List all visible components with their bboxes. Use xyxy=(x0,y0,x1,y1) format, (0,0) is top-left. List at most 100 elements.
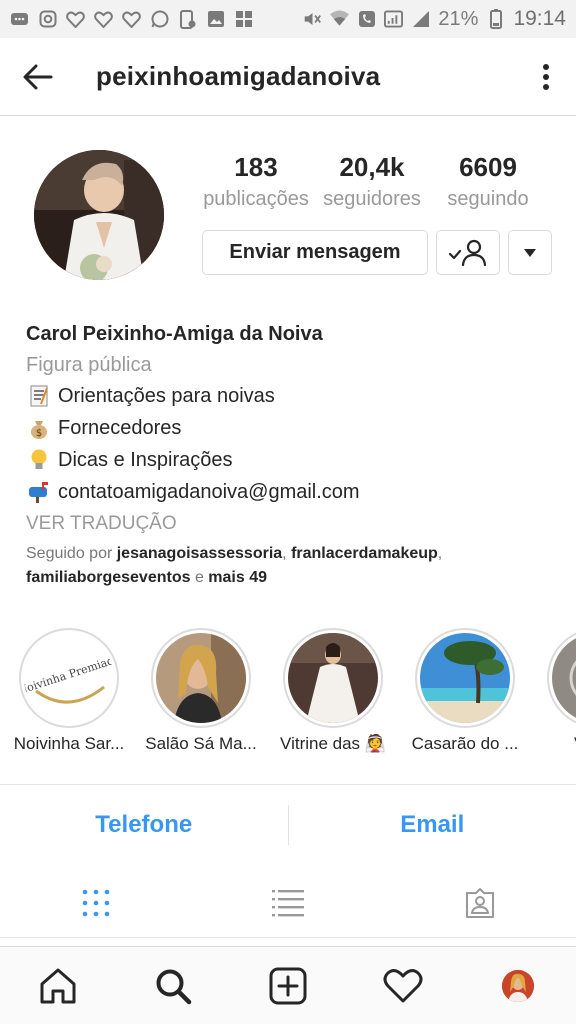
apps-icon xyxy=(234,10,253,29)
nav-activity[interactable] xyxy=(346,947,461,1024)
highlight-cover: Noivinha Premiada xyxy=(24,633,114,723)
posts-label: publicações xyxy=(203,188,309,210)
bottom-navigation xyxy=(0,946,576,1024)
highlight-label: Villa... xyxy=(536,734,576,754)
followed-by-prefix: Seguido por xyxy=(26,545,117,562)
battery-icon xyxy=(486,9,505,29)
battery-percent: 21% xyxy=(438,7,479,30)
caret-down-icon xyxy=(524,248,536,257)
bio-line: Dicas e Inspirações xyxy=(26,444,556,476)
bio-line: Orientações para noivas xyxy=(26,380,556,412)
whatsapp-icon xyxy=(150,10,169,29)
suggestions-dropdown-button[interactable] xyxy=(508,230,552,275)
more-options-button[interactable] xyxy=(516,38,576,116)
call-icon xyxy=(357,10,376,29)
bio-line: contatoamigadanoiva@gmail.com xyxy=(26,476,556,508)
svg-text:$: $ xyxy=(36,428,42,439)
nav-new-post[interactable] xyxy=(230,947,345,1024)
more-vertical-icon xyxy=(543,63,549,90)
heart-icon xyxy=(383,968,423,1002)
account-category: Figura pública xyxy=(26,354,152,376)
tagged-person-icon xyxy=(466,887,494,918)
highlight-item[interactable]: Noivinha Premiada Noivinha Sar... xyxy=(8,628,130,754)
mute-icon xyxy=(303,10,322,29)
highlight-ring xyxy=(415,628,515,728)
highlight-label: Noivinha Sar... xyxy=(13,734,125,753)
status-bar: 21% 19:14 xyxy=(0,0,576,38)
story-highlights: Noivinha Premiada Noivinha Sar... Salão … xyxy=(8,628,576,768)
nav-profile[interactable] xyxy=(461,947,576,1024)
send-message-button[interactable]: Enviar mensagem xyxy=(202,230,428,275)
contact-options: Telefone Email xyxy=(0,784,576,864)
profile-bio: Carol Peixinho-Amiga da Noiva Figura púb… xyxy=(26,318,556,540)
highlight-item[interactable]: Villa... xyxy=(536,628,576,754)
separator: , xyxy=(282,545,292,562)
following-label: seguindo xyxy=(447,188,529,210)
back-arrow-icon xyxy=(23,64,53,89)
tab-grid[interactable] xyxy=(0,868,192,937)
followers-count: 20,4k xyxy=(339,152,405,182)
highlight-item[interactable]: Casarão do ... xyxy=(404,628,526,754)
search-icon xyxy=(156,969,192,1004)
notification-icons xyxy=(10,9,253,29)
tab-list[interactable] xyxy=(192,868,384,937)
phone-add-icon xyxy=(178,9,197,29)
wifi-icon xyxy=(330,10,350,29)
followers-label: seguidores xyxy=(323,188,421,210)
profile-actions: Enviar mensagem xyxy=(202,230,552,275)
highlight-ring xyxy=(151,628,251,728)
display-name: Carol Peixinho-Amiga da Noiva xyxy=(26,323,323,345)
bio-text: Orientações para noivas xyxy=(58,385,275,407)
signal-icon xyxy=(384,10,404,29)
highlight-item[interactable]: Vitrine das 👰 xyxy=(272,628,394,754)
email-button[interactable]: Email xyxy=(289,785,576,864)
bio-text: Dicas e Inspirações xyxy=(58,449,233,471)
highlight-label: Casarão do ... xyxy=(411,734,519,753)
follower-username[interactable]: franlacerdamakeup xyxy=(291,545,438,562)
instagram-icon xyxy=(38,10,57,29)
system-status: 21% 19:14 xyxy=(303,7,566,31)
list-icon xyxy=(272,889,304,916)
profile-tabs xyxy=(0,868,576,938)
heart-check-icon-3 xyxy=(122,10,141,29)
image-icon xyxy=(206,10,225,29)
profile-avatar[interactable] xyxy=(34,150,164,280)
bio-text: Fornecedores xyxy=(58,417,182,439)
posts-count: 183 xyxy=(234,152,278,182)
message-icon xyxy=(10,10,29,29)
stat-following[interactable]: 6609 seguindo xyxy=(430,150,546,214)
back-button[interactable] xyxy=(0,38,76,116)
more-followers[interactable]: mais 49 xyxy=(208,569,267,586)
tab-tagged[interactable] xyxy=(384,868,576,937)
money-bag-icon: $ xyxy=(26,417,52,439)
profile-header-bar: peixinhoamigadanoiva xyxy=(0,38,576,116)
highlight-ring xyxy=(547,628,576,728)
highlight-cover xyxy=(552,633,576,723)
nav-home[interactable] xyxy=(0,947,115,1024)
profile-username: peixinhoamigadanoiva xyxy=(96,61,381,91)
bio-line: $ Fornecedores xyxy=(26,412,556,444)
bio-email[interactable]: contatoamigadanoiva@gmail.com xyxy=(58,476,360,508)
highlight-label: Vitrine das 👰 xyxy=(280,734,386,753)
following-button[interactable] xyxy=(436,230,500,275)
follower-username[interactable]: jesanagoisassessoria xyxy=(117,545,282,562)
profile-avatar-small xyxy=(502,969,535,1002)
follower-username[interactable]: familiaborgeseventos xyxy=(26,569,191,586)
phone-button[interactable]: Telefone xyxy=(0,785,288,864)
separator: e xyxy=(190,569,209,586)
profile-stats: 183 publicações 20,4k seguidores 6609 se… xyxy=(198,150,546,214)
see-translation-link[interactable]: VER TRADUÇÃO xyxy=(26,508,556,540)
heart-check-icon-2 xyxy=(94,10,113,29)
stat-followers[interactable]: 20,4k seguidores xyxy=(314,150,430,214)
followed-by[interactable]: Seguido por jesanagoisassessoria, franla… xyxy=(26,542,556,590)
person-check-icon xyxy=(448,239,487,266)
stat-posts[interactable]: 183 publicações xyxy=(198,150,314,214)
home-icon xyxy=(40,968,76,1003)
grid-icon xyxy=(82,889,110,916)
add-post-icon xyxy=(269,967,307,1004)
highlight-item[interactable]: Salão Sá Ma... xyxy=(140,628,262,754)
following-count: 6609 xyxy=(459,152,517,182)
lightbulb-icon xyxy=(26,448,52,472)
nav-search[interactable] xyxy=(115,947,230,1024)
highlight-ring: Noivinha Premiada xyxy=(19,628,119,728)
